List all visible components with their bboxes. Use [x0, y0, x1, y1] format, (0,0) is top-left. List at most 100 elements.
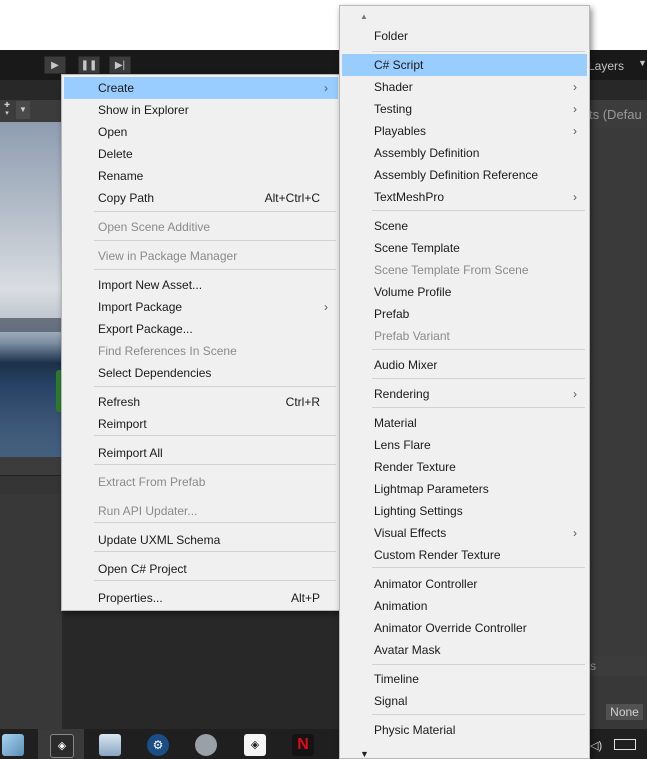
menu-item-rename[interactable]: Rename: [64, 165, 338, 187]
menu-item-custom-render-texture[interactable]: Custom Render Texture: [342, 544, 587, 566]
menu-item-run-api-updater: Run API Updater...: [64, 500, 338, 522]
menu-item-textmeshpro[interactable]: TextMeshPro ›: [342, 186, 587, 208]
menu-item-material[interactable]: Material: [342, 412, 587, 434]
chevron-down-icon[interactable]: ▼: [638, 58, 647, 68]
menu-item-testing[interactable]: Testing ›: [342, 98, 587, 120]
menu-item-label: Reimport: [98, 417, 147, 431]
menu-item-label: Assembly Definition Reference: [374, 168, 539, 182]
menu-item-label: Rename: [98, 169, 144, 183]
menu-item-label: Render Texture: [374, 460, 456, 474]
menu-item-label: Audio Mixer: [374, 358, 438, 372]
scene-dropdown-icon[interactable]: ▼: [16, 101, 30, 119]
layers-dropdown[interactable]: Layers: [588, 59, 624, 73]
menu-item-label: View in Package Manager: [98, 249, 238, 263]
menu-item-label: Import Package: [98, 300, 183, 314]
menu-item-label: Signal: [374, 694, 408, 708]
photos-icon[interactable]: [99, 734, 121, 756]
menu-item-label: Avatar Mask: [374, 643, 441, 657]
menu-item-playables[interactable]: Playables ›: [342, 120, 587, 142]
menu-item-assembly-definition-reference[interactable]: Assembly Definition Reference: [342, 164, 587, 186]
menu-item-assembly-definition[interactable]: Assembly Definition: [342, 142, 587, 164]
chevron-right-icon: ›: [573, 526, 577, 540]
menu-separator: [372, 210, 585, 211]
menu-item-label: Prefab: [374, 307, 410, 321]
netflix-icon[interactable]: N: [292, 734, 314, 756]
scroll-down-arrow-icon[interactable]: ▼: [360, 749, 369, 759]
scene-view[interactable]: [0, 122, 62, 457]
menu-item-show-in-explorer[interactable]: Show in Explorer: [64, 99, 338, 121]
menu-item-animator-controller[interactable]: Animator Controller: [342, 573, 587, 595]
menu-item-import-package[interactable]: Import Package ›: [64, 296, 338, 318]
menu-item-update-uxml-schema[interactable]: Update UXML Schema: [64, 529, 338, 551]
chevron-right-icon: ›: [573, 102, 577, 116]
menu-item-signal[interactable]: Signal: [342, 690, 587, 712]
pause-button[interactable]: ❚❚: [78, 56, 100, 74]
menu-item-audio-mixer[interactable]: Audio Mixer: [342, 354, 587, 376]
menu-separator: [94, 386, 336, 387]
menu-item-extract-from-prefab: Extract From Prefab: [64, 471, 338, 493]
menu-item-rendering[interactable]: Rendering ›: [342, 383, 587, 405]
menu-item-label: Create: [98, 81, 135, 95]
keyboard-icon[interactable]: [614, 739, 636, 750]
menu-item-label: Lightmap Parameters: [374, 482, 489, 496]
menu-item-open[interactable]: Open: [64, 121, 338, 143]
menu-item-delete[interactable]: Delete: [64, 143, 338, 165]
scroll-up-arrow-icon[interactable]: ▲: [360, 12, 368, 21]
volume-icon[interactable]: ◁): [590, 739, 602, 752]
audio-app-icon[interactable]: [195, 734, 217, 756]
chevron-right-icon: ›: [573, 190, 577, 204]
step-button[interactable]: ▶|: [109, 56, 131, 74]
menu-item-prefab[interactable]: Prefab: [342, 303, 587, 325]
menu-item-scene-template-from-scene: Scene Template From Scene: [342, 259, 587, 281]
menu-item-reimport[interactable]: Reimport: [64, 413, 338, 435]
menu-item-label: Physic Material: [374, 723, 456, 737]
unity-hub-icon[interactable]: ◈: [50, 734, 74, 758]
gizmo-toggle-icon[interactable]: ✚ ▾: [0, 100, 14, 122]
steam-icon[interactable]: ⚙: [147, 734, 169, 756]
menu-item-avatar-mask[interactable]: Avatar Mask: [342, 639, 587, 661]
menu-item-scene-template[interactable]: Scene Template: [342, 237, 587, 259]
menu-item-properties[interactable]: Properties... Alt+P: [64, 587, 338, 609]
play-button[interactable]: ▶: [44, 56, 66, 74]
menu-item-export-package[interactable]: Export Package...: [64, 318, 338, 340]
menu-item-visual-effects[interactable]: Visual Effects ›: [342, 522, 587, 544]
menu-item-shader[interactable]: Shader ›: [342, 76, 587, 98]
menu-item-label: Copy Path: [98, 191, 155, 205]
menu-item-open-c-project[interactable]: Open C# Project: [64, 558, 338, 580]
create-submenu: ▲ ▼ Folder C# Script Shader › Testing › Playab…: [339, 5, 590, 759]
menu-item-label: Animator Override Controller: [374, 621, 527, 635]
project-panel: [0, 494, 62, 729]
menu-item-label: Import New Asset...: [98, 278, 203, 292]
menu-item-animator-override-controller[interactable]: Animator Override Controller: [342, 617, 587, 639]
menu-item-lighting-settings[interactable]: Lighting Settings: [342, 500, 587, 522]
menu-separator: [94, 435, 336, 436]
glass-app-icon[interactable]: [2, 734, 24, 756]
menu-item-select-dependencies[interactable]: Select Dependencies: [64, 362, 338, 384]
menu-item-volume-profile[interactable]: Volume Profile: [342, 281, 587, 303]
menu-item-animation[interactable]: Animation: [342, 595, 587, 617]
menu-item-render-texture[interactable]: Render Texture: [342, 456, 587, 478]
menu-item-import-new-asset[interactable]: Import New Asset...: [64, 274, 338, 296]
menu-item-folder[interactable]: Folder: [342, 25, 587, 47]
unity-icon[interactable]: ◈: [244, 734, 266, 756]
pause-icon: ❚❚: [80, 60, 98, 71]
menu-item-label: Extract From Prefab: [98, 475, 206, 489]
none-dropdown[interactable]: None: [606, 704, 643, 720]
menu-item-timeline[interactable]: Timeline: [342, 668, 587, 690]
menu-item-lens-flare[interactable]: Lens Flare: [342, 434, 587, 456]
menu-item-scene[interactable]: Scene: [342, 215, 587, 237]
menu-item-reimport-all[interactable]: Reimport All: [64, 442, 338, 464]
menu-item-label: Refresh: [98, 395, 141, 409]
menu-separator: [94, 211, 336, 212]
menu-item-create[interactable]: Create ›: [64, 77, 338, 99]
menu-item-refresh[interactable]: Refresh Ctrl+R: [64, 391, 338, 413]
menu-item-c-script[interactable]: C# Script: [342, 54, 587, 76]
menu-item-label: Show in Explorer: [98, 103, 189, 117]
menu-item-label: Scene Template From Scene: [374, 263, 529, 277]
menu-item-copy-path[interactable]: Copy Path Alt+Ctrl+C: [64, 187, 338, 209]
menu-item-lightmap-parameters[interactable]: Lightmap Parameters: [342, 478, 587, 500]
menu-separator: [372, 378, 585, 379]
menu-item-label: Select Dependencies: [98, 366, 212, 380]
inspector-header-text: ts (Defau: [589, 107, 642, 122]
menu-item-physic-material[interactable]: Physic Material: [342, 719, 587, 741]
